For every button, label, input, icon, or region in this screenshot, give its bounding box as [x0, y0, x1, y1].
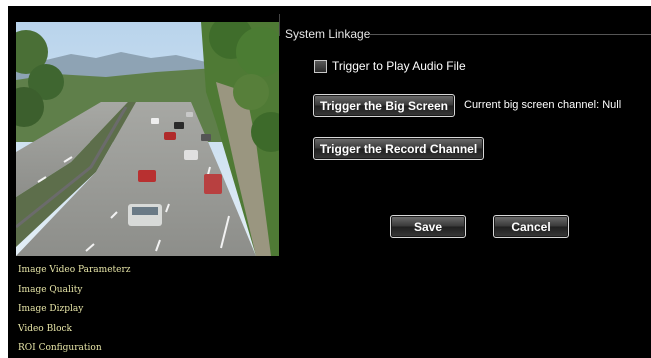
play-audio-checkbox[interactable] [314, 59, 327, 73]
play-audio-label[interactable]: Trigger to Play Audio File [332, 59, 466, 73]
menu-item-image-video-parameters[interactable]: Image Video Parameterz [18, 261, 131, 281]
highway-camera-image [16, 22, 279, 256]
big-screen-channel-status: Current big screen channel: Null [464, 99, 622, 111]
trigger-record-channel-button[interactable]: Trigger the Record Channel [313, 137, 484, 160]
audio-trigger-row: Trigger to Play Audio File [314, 59, 466, 73]
divider [279, 14, 280, 36]
save-button[interactable]: Save [390, 215, 466, 238]
trigger-big-screen-button[interactable]: Trigger the Big Screen [313, 94, 455, 117]
menu-item-image-quality[interactable]: Image Quality [18, 281, 131, 301]
menu-item-roi-configuration[interactable]: ROI Configuration [18, 339, 131, 358]
group-divider [369, 34, 651, 35]
system-linkage-title: System Linkage [285, 27, 371, 41]
menu-item-image-display[interactable]: Image Dizplay [18, 300, 131, 320]
settings-menu: Image Video Parameterz Image Quality Ima… [18, 261, 131, 358]
menu-item-video-block[interactable]: Video Block [18, 320, 131, 340]
camera-preview [16, 22, 279, 256]
cancel-button[interactable]: Cancel [493, 215, 569, 238]
settings-panel: Image Video Parameterz Image Quality Ima… [8, 6, 651, 358]
